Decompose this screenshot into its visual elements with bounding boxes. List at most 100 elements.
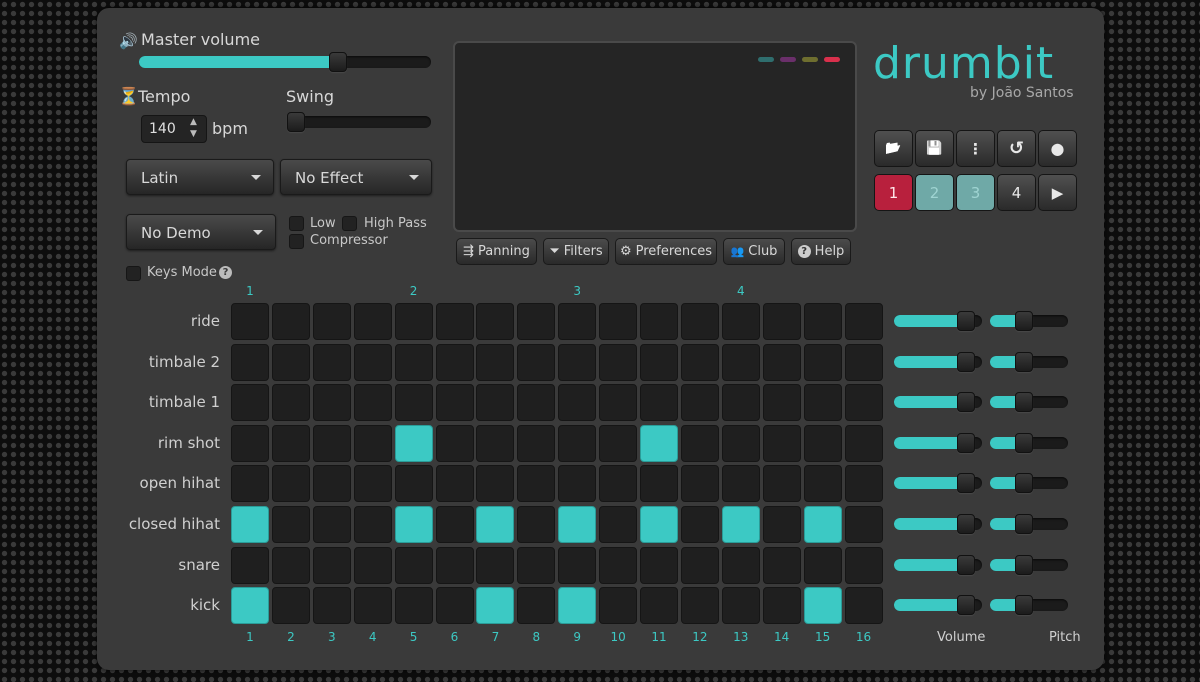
step-cell[interactable] — [844, 546, 883, 584]
step-cell[interactable] — [680, 546, 719, 584]
track-volume-thumb[interactable] — [956, 351, 975, 372]
step-cell[interactable] — [640, 465, 678, 503]
step-cell[interactable] — [231, 384, 269, 422]
step-cell[interactable] — [803, 587, 842, 625]
step-cell[interactable] — [803, 546, 842, 584]
step-cell[interactable] — [312, 384, 351, 422]
step-cell[interactable] — [844, 506, 883, 543]
step-cell[interactable] — [844, 343, 883, 381]
step-cell[interactable] — [435, 546, 474, 584]
step-cell[interactable] — [721, 303, 760, 340]
step-cell[interactable] — [640, 506, 678, 543]
track-volume-slider[interactable] — [894, 514, 982, 534]
step-cell[interactable] — [721, 465, 760, 503]
step-cell[interactable] — [721, 343, 760, 381]
step-cell[interactable] — [762, 303, 801, 340]
step-cell[interactable] — [721, 506, 760, 543]
step-cell[interactable] — [353, 587, 392, 625]
step-cell[interactable] — [394, 343, 433, 381]
track-pitch-slider[interactable] — [990, 554, 1068, 575]
track-pitch-thumb[interactable] — [1015, 432, 1034, 453]
step-cell[interactable] — [762, 587, 801, 625]
step-cell[interactable] — [231, 343, 269, 381]
step-cell[interactable] — [476, 465, 515, 503]
step-cell[interactable] — [640, 343, 678, 381]
step-cell[interactable] — [353, 424, 392, 462]
step-cell[interactable] — [517, 343, 556, 381]
track-volume-thumb[interactable] — [956, 514, 975, 534]
step-cell[interactable] — [803, 465, 842, 503]
step-cell[interactable] — [231, 506, 269, 543]
step-cell[interactable] — [803, 506, 842, 543]
track-pitch-slider[interactable] — [990, 311, 1068, 331]
step-cell[interactable] — [476, 303, 515, 340]
step-cell[interactable] — [762, 424, 801, 462]
step-cell[interactable] — [476, 384, 515, 422]
step-cell[interactable] — [721, 546, 760, 584]
track-volume-slider[interactable] — [894, 392, 982, 413]
step-cell[interactable] — [353, 384, 392, 422]
step-cell[interactable] — [353, 303, 392, 340]
track-volume-thumb[interactable] — [956, 432, 975, 453]
step-cell[interactable] — [435, 303, 474, 340]
step-cell[interactable] — [435, 506, 474, 543]
step-cell[interactable] — [394, 424, 433, 462]
step-cell[interactable] — [394, 384, 433, 422]
step-cell[interactable] — [353, 506, 392, 543]
track-pitch-thumb[interactable] — [1015, 311, 1034, 331]
step-cell[interactable] — [271, 384, 310, 422]
step-cell[interactable] — [271, 506, 310, 543]
track-pitch-thumb[interactable] — [1015, 473, 1034, 494]
step-cell[interactable] — [435, 587, 474, 625]
step-cell[interactable] — [271, 587, 310, 625]
track-volume-slider[interactable] — [894, 473, 982, 494]
step-cell[interactable] — [231, 303, 269, 340]
track-pitch-slider[interactable] — [990, 351, 1068, 372]
step-cell[interactable] — [844, 384, 883, 422]
step-cell[interactable] — [640, 424, 678, 462]
step-cell[interactable] — [517, 587, 556, 625]
step-cell[interactable] — [721, 424, 760, 462]
step-cell[interactable] — [231, 465, 269, 503]
track-pitch-slider[interactable] — [990, 432, 1068, 453]
step-cell[interactable] — [312, 506, 351, 543]
step-cell[interactable] — [599, 587, 638, 625]
step-cell[interactable] — [640, 587, 678, 625]
step-cell[interactable] — [353, 546, 392, 584]
track-volume-thumb[interactable] — [956, 473, 975, 494]
step-cell[interactable] — [271, 465, 310, 503]
step-cell[interactable] — [312, 587, 351, 625]
step-cell[interactable] — [762, 546, 801, 584]
step-cell[interactable] — [271, 303, 310, 340]
step-cell[interactable] — [476, 424, 515, 462]
step-cell[interactable] — [476, 343, 515, 381]
track-volume-slider[interactable] — [894, 351, 982, 372]
step-cell[interactable] — [517, 384, 556, 422]
step-cell[interactable] — [271, 424, 310, 462]
step-cell[interactable] — [312, 303, 351, 340]
step-cell[interactable] — [517, 506, 556, 543]
step-cell[interactable] — [599, 506, 638, 543]
step-cell[interactable] — [312, 546, 351, 584]
step-cell[interactable] — [558, 546, 597, 584]
step-cell[interactable] — [476, 506, 515, 543]
step-cell[interactable] — [680, 343, 719, 381]
track-volume-thumb[interactable] — [956, 595, 975, 616]
step-cell[interactable] — [231, 546, 269, 584]
step-cell[interactable] — [844, 424, 883, 462]
step-cell[interactable] — [558, 384, 597, 422]
step-cell[interactable] — [517, 465, 556, 503]
track-volume-thumb[interactable] — [956, 311, 975, 331]
step-cell[interactable] — [231, 587, 269, 625]
track-pitch-thumb[interactable] — [1015, 351, 1034, 372]
step-cell[interactable] — [353, 343, 392, 381]
step-cell[interactable] — [558, 424, 597, 462]
step-cell[interactable] — [599, 465, 638, 503]
step-cell[interactable] — [394, 303, 433, 340]
track-pitch-slider[interactable] — [990, 514, 1068, 534]
step-cell[interactable] — [435, 424, 474, 462]
step-cell[interactable] — [394, 546, 433, 584]
step-cell[interactable] — [803, 343, 842, 381]
step-cell[interactable] — [271, 343, 310, 381]
track-volume-thumb[interactable] — [956, 392, 975, 413]
